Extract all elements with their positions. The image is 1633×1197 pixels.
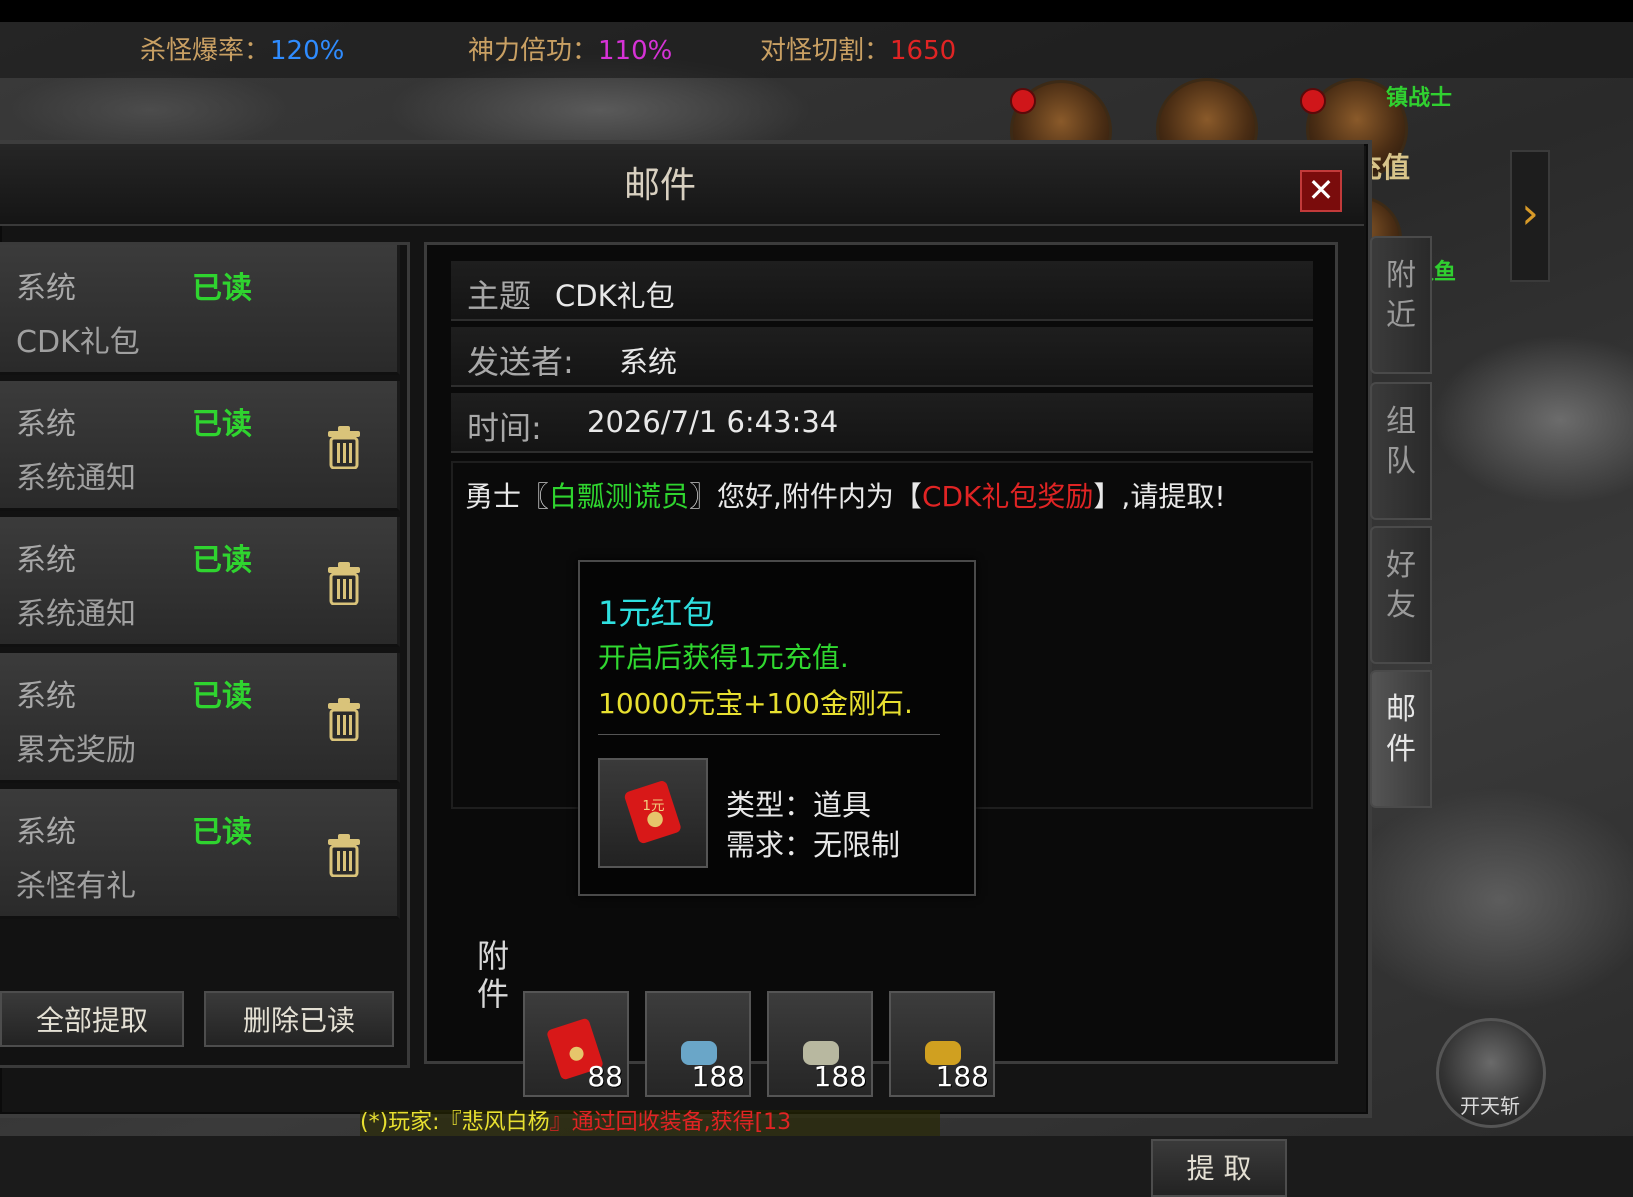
tooltip-divider [598, 734, 940, 735]
tooltip-desc-2: 10000元宝+100金刚石. [598, 687, 913, 720]
body-prefix: 勇士〖 [465, 480, 550, 513]
mail-status: 已读 [192, 407, 252, 442]
delete-read-button[interactable]: 删除已读 [204, 991, 394, 1047]
notification-dot [1010, 88, 1036, 114]
body-player-name: 白瓢测谎员 [549, 480, 690, 513]
mail-subject: 杀怪有礼 [16, 869, 136, 904]
attachment-slot[interactable]: 88 [523, 991, 629, 1097]
mail-status: 已读 [192, 543, 252, 578]
stat-label: 对怪切割： [760, 36, 891, 66]
attachment-qty: 188 [813, 1060, 867, 1093]
attachment-slot[interactable]: 188 [767, 991, 873, 1097]
time-label: 时间: [467, 409, 542, 447]
stat-label: 神力倍功： [468, 36, 599, 66]
mail-status: 已读 [192, 679, 252, 714]
tab-team-label: 组队 [1386, 404, 1416, 479]
trash-icon[interactable] [326, 561, 362, 605]
subject-field: 主题 CDK礼包 [451, 261, 1313, 321]
mail-sender: 系统 [16, 679, 76, 714]
mail-subject: 累充奖励 [16, 733, 136, 768]
time-field: 时间: 2026/7/1 6:43:34 [451, 393, 1313, 453]
tab-nearby[interactable]: 附近 [1370, 236, 1432, 374]
stat-label: 杀怪爆率： [140, 36, 271, 66]
sender-field: 发送者: 系统 [451, 327, 1313, 387]
stat-value: 110% [598, 36, 673, 66]
window-titlebar: 邮件 ✕ [0, 144, 1364, 226]
stat-monster-cut: 对怪切割：1650 [760, 30, 956, 67]
chat-message: 』通过回收装备,获得[13 [549, 1110, 792, 1135]
tab-team[interactable]: 组队 [1370, 382, 1432, 520]
item-tooltip: 1元红包 开启后获得1元充值. 10000元宝+100金刚石. 1元 类型：道具… [578, 560, 976, 896]
chat-broadcast: (*)玩家:『悲风白杨』通过回收装备,获得[13 [360, 1110, 940, 1136]
notification-dot [1300, 88, 1326, 114]
expand-arrow-button[interactable]: › [1510, 150, 1550, 282]
trash-icon[interactable] [326, 833, 362, 877]
stat-value: 120% [270, 36, 345, 66]
mail-subject: 系统通知 [16, 461, 136, 496]
body-reward: CDK礼包奖励 [921, 480, 1094, 513]
tab-friends-label: 好友 [1386, 548, 1416, 623]
body-mid: 〗您好,附件内为【 [689, 480, 922, 513]
sender-label: 发送者: [467, 343, 574, 381]
tooltip-requirement: 需求：无限制 [726, 828, 901, 862]
tooltip-type: 类型：道具 [726, 788, 872, 822]
subject-value: CDK礼包 [555, 279, 675, 313]
time-value: 2026/7/1 6:43:34 [587, 405, 839, 439]
mail-list-item[interactable]: 系统 已读 杀怪有礼 [0, 789, 400, 919]
chat-player: 悲风白杨 [461, 1110, 550, 1135]
tooltip-item-name: 1元红包 [598, 594, 715, 632]
trash-icon[interactable] [326, 425, 362, 469]
top-right-label: 镇战士 [1386, 86, 1453, 111]
mail-sender: 系统 [16, 271, 76, 306]
sender-value: 系统 [619, 345, 678, 379]
body-suffix: 】,请提取! [1093, 480, 1226, 513]
tab-friends[interactable]: 好友 [1370, 526, 1432, 664]
chat-prefix: (*)玩家:『 [360, 1110, 462, 1135]
attachment-slot[interactable]: 188 [889, 991, 995, 1097]
stat-divine-power: 神力倍功：110% [468, 30, 672, 67]
attachment-slot[interactable]: 188 [645, 991, 751, 1097]
stat-value: 1650 [890, 36, 957, 66]
subject-label: 主题 [467, 277, 532, 315]
mail-list-item[interactable]: 系统 已读 CDK礼包 [0, 245, 400, 375]
attachment-qty: 188 [935, 1060, 989, 1093]
mail-status: 已读 [192, 271, 252, 306]
tab-mail[interactable]: 邮件 [1370, 670, 1432, 808]
mail-subject: 系统通知 [16, 597, 136, 632]
mail-sender: 系统 [16, 815, 76, 850]
mail-list-item[interactable]: 系统 已读 系统通知 [0, 517, 400, 647]
icon-text: 1元 [642, 798, 664, 814]
extract-all-button[interactable]: 全部提取 [0, 991, 184, 1047]
extract-button[interactable]: 提 取 [1151, 1139, 1287, 1197]
tab-nearby-label: 附近 [1386, 258, 1416, 333]
red-envelope-icon: 1元 [624, 781, 681, 844]
attachment-qty: 188 [691, 1060, 745, 1093]
close-button[interactable]: ✕ [1300, 170, 1342, 212]
top-black-bar [0, 0, 1633, 22]
mail-list-item[interactable]: 系统 已读 系统通知 [0, 381, 400, 511]
mail-sender: 系统 [16, 407, 76, 442]
stat-kill-drop-rate: 杀怪爆率：120% [140, 30, 344, 67]
mail-subject: CDK礼包 [16, 325, 140, 360]
tab-mail-label: 邮件 [1386, 692, 1416, 767]
mail-list-item[interactable]: 系统 已读 累充奖励 [0, 653, 400, 783]
tooltip-item-icon: 1元 [598, 758, 708, 868]
mail-sender: 系统 [16, 543, 76, 578]
tooltip-desc-1: 开启后获得1元充值. [598, 641, 849, 674]
mail-status: 已读 [192, 815, 252, 850]
trash-icon[interactable] [326, 697, 362, 741]
mail-list: 系统 已读 CDK礼包 系统 已读 系统通知 系统 已读 系统通知 系统 已读 … [0, 242, 410, 1068]
attachment-label: 附件 [477, 937, 510, 1013]
window-title: 邮件 [623, 165, 696, 206]
skill-label: 开天斩 [1460, 1094, 1520, 1118]
attachment-qty: 88 [587, 1060, 623, 1093]
mail-body-text: 勇士〖白瓢测谎员〗您好,附件内为【CDK礼包奖励】,请提取! [465, 475, 1226, 515]
